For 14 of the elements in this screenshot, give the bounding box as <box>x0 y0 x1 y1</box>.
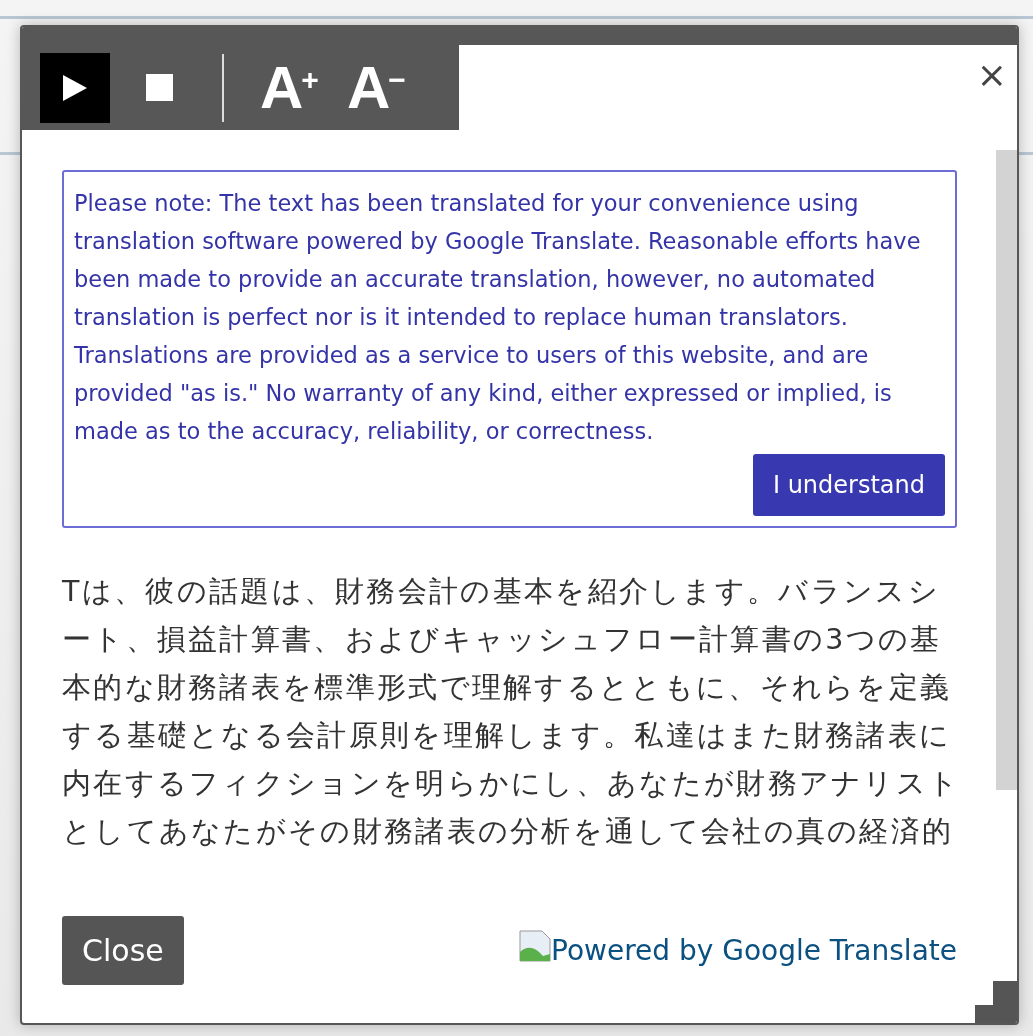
play-button[interactable] <box>40 52 110 123</box>
play-icon <box>63 74 87 101</box>
increase-font-button[interactable]: A$^{+}$ <box>242 52 329 123</box>
decrease-font-button[interactable]: A$^{−}$ <box>328 52 416 123</box>
powered-link[interactable]: Powered by Google Translate <box>519 929 957 972</box>
notice-text: Please note: The text has been translated for your convenience using translation software powered by Google Translate. Reasonable efforts have been made to provide an accurate translation, however, no automated translation is perfect nor is it intended to replace human translators. Translations are provided as a service to users of this website, and are provided "as is." No warranty of any kind, either expressed or implied, is made as to the accuracy, reliability, or correctness. <box>74 189 922 446</box>
resize-handle[interactable] <box>975 981 1017 1023</box>
close-button[interactable]: × <box>976 57 1007 93</box>
broken-image-icon <box>519 929 552 962</box>
understand-button[interactable]: I understand <box>752 454 945 516</box>
close-button[interactable]: Close <box>62 916 184 985</box>
body-text: Tは、彼の話題は、財務会計の基本を紹介します。バランスシート、損益計算書、およびキャッシュフロー計算書の3つの基本的な財務諸表を標準形式で理解するとともに、それらを定義する基礎となる会計原則を理解します。私達はまた財務諸表に内在するフィクションを明らかにし、あなたが財務アナリストとしてあなたがその財務諸表の分析を通して会社の真の経済的 <box>62 574 962 850</box>
stop-icon <box>145 74 173 101</box>
scrollbar[interactable] <box>996 150 1017 790</box>
